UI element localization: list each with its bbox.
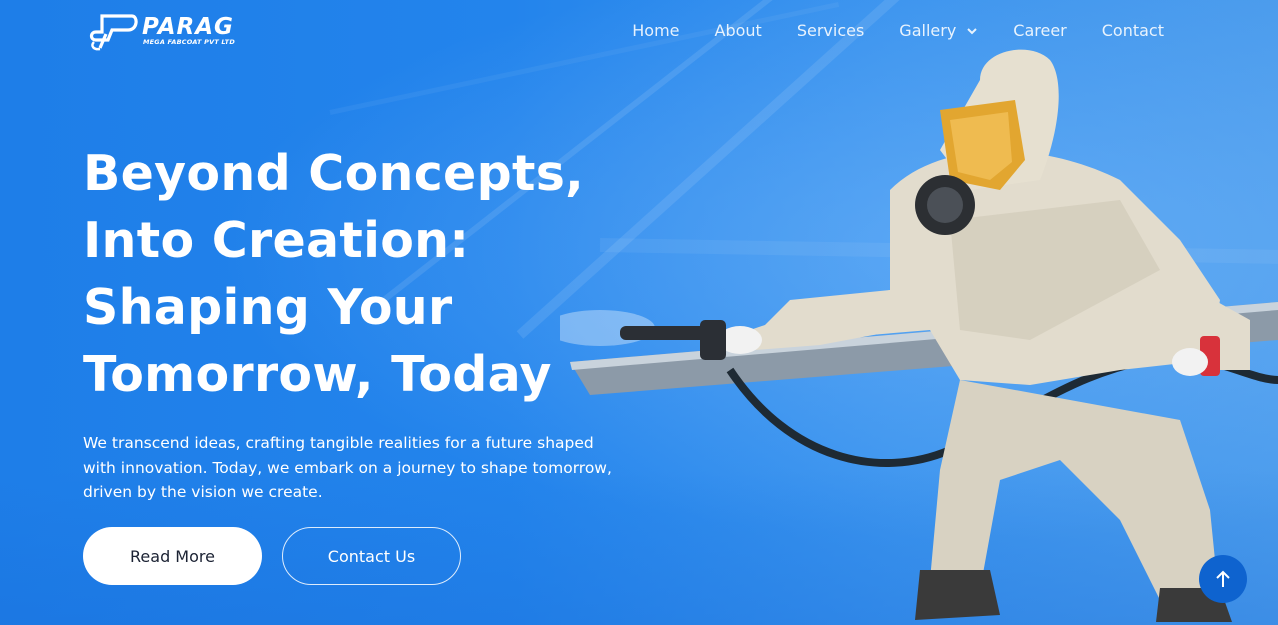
nav-about[interactable]: About xyxy=(715,21,762,41)
read-more-button[interactable]: Read More xyxy=(83,527,262,585)
nav-services[interactable]: Services xyxy=(797,21,864,41)
headline-line: Tomorrow, Today xyxy=(83,346,552,403)
chevron-down-icon xyxy=(967,28,977,35)
parag-logo-icon xyxy=(89,14,138,51)
brand-name: PARAG xyxy=(142,14,234,40)
brand-tagline: MEGA FABCOAT PVT LTD xyxy=(143,38,235,46)
nav-contact[interactable]: Contact xyxy=(1102,21,1164,41)
nav-home[interactable]: Home xyxy=(632,21,679,41)
spray-painter-image xyxy=(560,49,1278,622)
nav-gallery[interactable]: Gallery xyxy=(899,21,978,41)
headline-line: Shaping Your xyxy=(83,279,453,336)
scroll-to-top-button[interactable] xyxy=(1199,555,1247,603)
hero-headline: Beyond Concepts, Into Creation: Shaping … xyxy=(83,140,643,408)
nav-career[interactable]: Career xyxy=(1013,21,1066,41)
contact-us-button[interactable]: Contact Us xyxy=(282,527,461,585)
arrow-up-icon xyxy=(1216,570,1230,587)
brand-logo[interactable]: PARAG MEGA FABCOAT PVT LTD xyxy=(88,12,278,54)
headline-line: Beyond Concepts, xyxy=(83,145,585,202)
nav-gallery-label: Gallery xyxy=(899,21,957,40)
main-nav: Home About Services Gallery Career Conta… xyxy=(632,21,1164,41)
headline-line: Into Creation: xyxy=(83,212,470,269)
hero-description: We transcend ideas, crafting tangible re… xyxy=(83,434,612,501)
